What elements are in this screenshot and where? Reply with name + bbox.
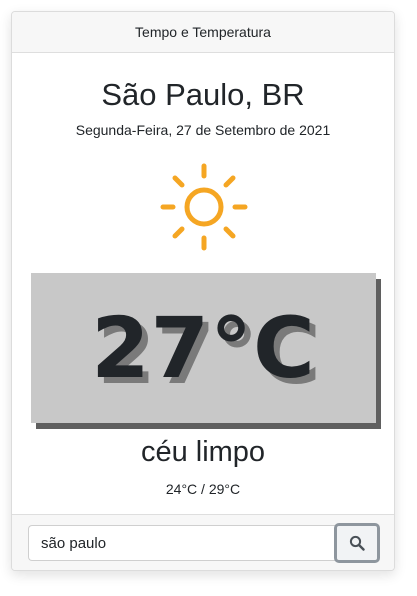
temperature-value: 27°C (91, 299, 316, 397)
card-header: Tempo e Temperatura (12, 12, 394, 53)
weather-card: Tempo e Temperatura São Paulo, BR Segund… (11, 11, 395, 571)
temperature-panel: 27°C (31, 273, 376, 423)
sun-icon (160, 163, 248, 251)
weather-description: céu limpo (140, 436, 266, 468)
search-button[interactable] (334, 523, 380, 563)
temperature-range: 24°C / 29°C (165, 481, 241, 497)
search-input[interactable] (28, 525, 335, 561)
current-date: Segunda-Feira, 27 de Setembro de 2021 (75, 122, 331, 138)
search-bar (12, 514, 394, 570)
search-icon (349, 535, 365, 551)
city-name: São Paulo, BR (101, 77, 305, 112)
app-title: Tempo e Temperatura (135, 24, 271, 40)
